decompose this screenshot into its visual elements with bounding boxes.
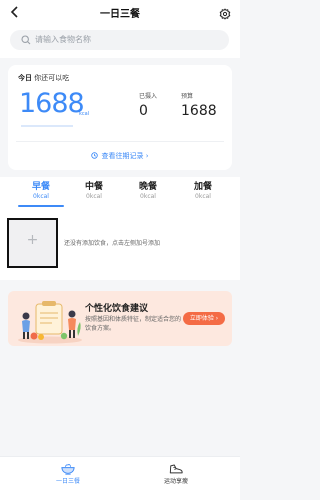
tab-calories: 0kcal [33, 193, 49, 200]
nav-label: 运动享瘦 [163, 478, 188, 485]
tab-name: 早餐 [31, 182, 50, 192]
plus-icon[interactable]: + [7, 230, 58, 250]
search-icon [21, 35, 31, 45]
try-now-button[interactable]: 立即体验 › [183, 312, 225, 325]
eaten-value: 0 [139, 103, 148, 119]
tab-lunch[interactable]: 中餐 0kcal [69, 181, 119, 201]
tab-calories: 0kcal [86, 193, 102, 200]
promo-description: 按照基因和体质特征，制定适合您的饮食方案。 [85, 316, 182, 332]
today-word: 今日 [18, 74, 32, 82]
eaten-label: 已摄入 [139, 93, 158, 100]
search-placeholder[interactable]: 请输入食物名称 [35, 35, 91, 45]
nav-item-meals[interactable]: 一日三餐 [28, 462, 108, 486]
tab-name: 中餐 [84, 182, 103, 192]
nav-label: 一日三餐 [55, 478, 80, 485]
today-label: 今日 你还可以吃 [18, 73, 69, 83]
tab-calories: 0kcal [195, 193, 211, 200]
clock-icon [91, 152, 99, 159]
empty-food-tip: 还没有添加饮食，点击左侧加号添加 [64, 240, 161, 247]
tab-dinner[interactable]: 晚餐 0kcal [123, 181, 173, 201]
nav-item-exercise[interactable]: 运动享瘦 [136, 462, 216, 486]
budget-value: 1688 [181, 103, 217, 119]
can-eat-label: 你还可以吃 [34, 74, 70, 82]
gear-icon [219, 8, 231, 20]
remaining-calories: 1688 [19, 88, 85, 119]
meal-bowl-icon [61, 463, 75, 475]
promo-title: 个性化饮食建议 [85, 304, 149, 314]
page-title: 一日三餐 [100, 9, 140, 20]
budget-label: 预算 [181, 93, 194, 100]
tab-calories: 0kcal [140, 193, 156, 200]
tab-name: 晚餐 [138, 182, 157, 192]
history-link-text: 查看往期记录 [101, 152, 144, 160]
tab-name: 加餐 [193, 182, 212, 192]
diet-illustration [18, 301, 82, 344]
sneaker-icon [169, 464, 183, 474]
tab-breakfast[interactable]: 早餐 0kcal [16, 181, 66, 201]
tab-snack[interactable]: 加餐 0kcal [178, 181, 228, 201]
settings-button[interactable] [219, 5, 231, 20]
remaining-underline [21, 125, 73, 127]
history-link[interactable]: 查看往期记录 › [0, 151, 240, 161]
card-divider [16, 141, 224, 142]
active-tab-indicator [18, 205, 64, 207]
history-arrow: › [145, 152, 149, 160]
remaining-unit: kcal [79, 111, 90, 117]
